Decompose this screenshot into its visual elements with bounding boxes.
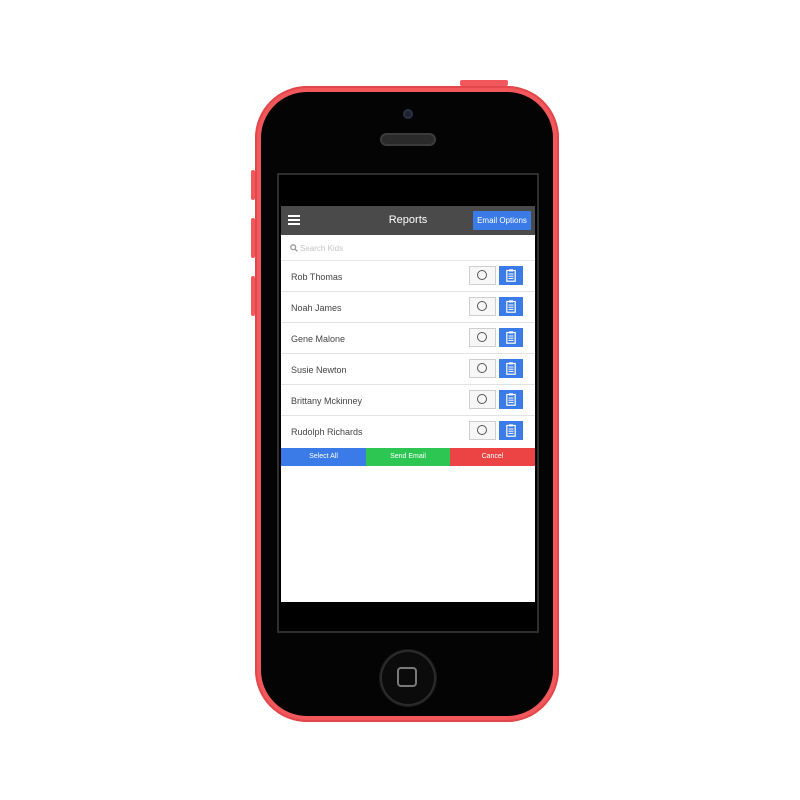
list-item: Brittany Mckinney — [281, 385, 535, 416]
phone-volume-up — [251, 218, 255, 258]
select-radio-button[interactable] — [469, 421, 496, 440]
home-square-icon — [397, 667, 417, 687]
clipboard-icon — [506, 300, 516, 313]
clipboard-icon — [506, 393, 516, 406]
list-item: Susie Newton — [281, 354, 535, 385]
kid-name: Noah James — [291, 303, 342, 313]
radio-circle-icon — [477, 425, 487, 435]
phone-top-button — [460, 80, 508, 86]
clipboard-icon — [506, 331, 516, 344]
list-item: Rudolph Richards — [281, 416, 535, 447]
kid-name: Brittany Mckinney — [291, 396, 363, 406]
search-bar — [281, 236, 535, 261]
radio-circle-icon — [477, 394, 487, 404]
report-button[interactable] — [499, 359, 523, 378]
search-icon — [290, 244, 298, 252]
radio-circle-icon — [477, 270, 487, 280]
report-button[interactable] — [499, 328, 523, 347]
list-item: Rob Thomas — [281, 261, 535, 292]
earpiece-speaker — [380, 133, 436, 146]
select-radio-button[interactable] — [469, 297, 496, 316]
phone-mute-switch — [251, 170, 255, 200]
select-radio-button[interactable] — [469, 390, 496, 409]
radio-circle-icon — [477, 301, 487, 311]
app-header: Reports Email Options — [281, 206, 535, 235]
list-item: Gene Malone — [281, 323, 535, 354]
radio-circle-icon — [477, 363, 487, 373]
search-input[interactable] — [300, 240, 520, 256]
front-camera — [403, 109, 413, 119]
kid-name: Gene Malone — [291, 334, 346, 344]
kid-name: Susie Newton — [291, 365, 347, 375]
app-screen: Reports Email Options Rob Thomas Noah Ja… — [281, 206, 535, 602]
kid-name: Rob Thomas — [291, 272, 343, 282]
home-button[interactable] — [380, 650, 436, 706]
email-options-button[interactable]: Email Options — [473, 211, 531, 230]
clipboard-icon — [506, 269, 516, 282]
report-button[interactable] — [499, 390, 523, 409]
kid-name: Rudolph Richards — [291, 427, 363, 437]
send-email-button[interactable]: Send Email — [366, 448, 450, 466]
select-radio-button[interactable] — [469, 328, 496, 347]
report-button[interactable] — [499, 421, 523, 440]
report-button[interactable] — [499, 297, 523, 316]
phone-volume-down — [251, 276, 255, 316]
radio-circle-icon — [477, 332, 487, 342]
select-radio-button[interactable] — [469, 359, 496, 378]
select-radio-button[interactable] — [469, 266, 496, 285]
clipboard-icon — [506, 424, 516, 437]
list-item: Noah James — [281, 292, 535, 323]
action-bar: Select All Send Email Cancel — [281, 448, 535, 466]
clipboard-icon — [506, 362, 516, 375]
cancel-button[interactable]: Cancel — [450, 448, 535, 466]
report-button[interactable] — [499, 266, 523, 285]
select-all-button[interactable]: Select All — [281, 448, 366, 466]
